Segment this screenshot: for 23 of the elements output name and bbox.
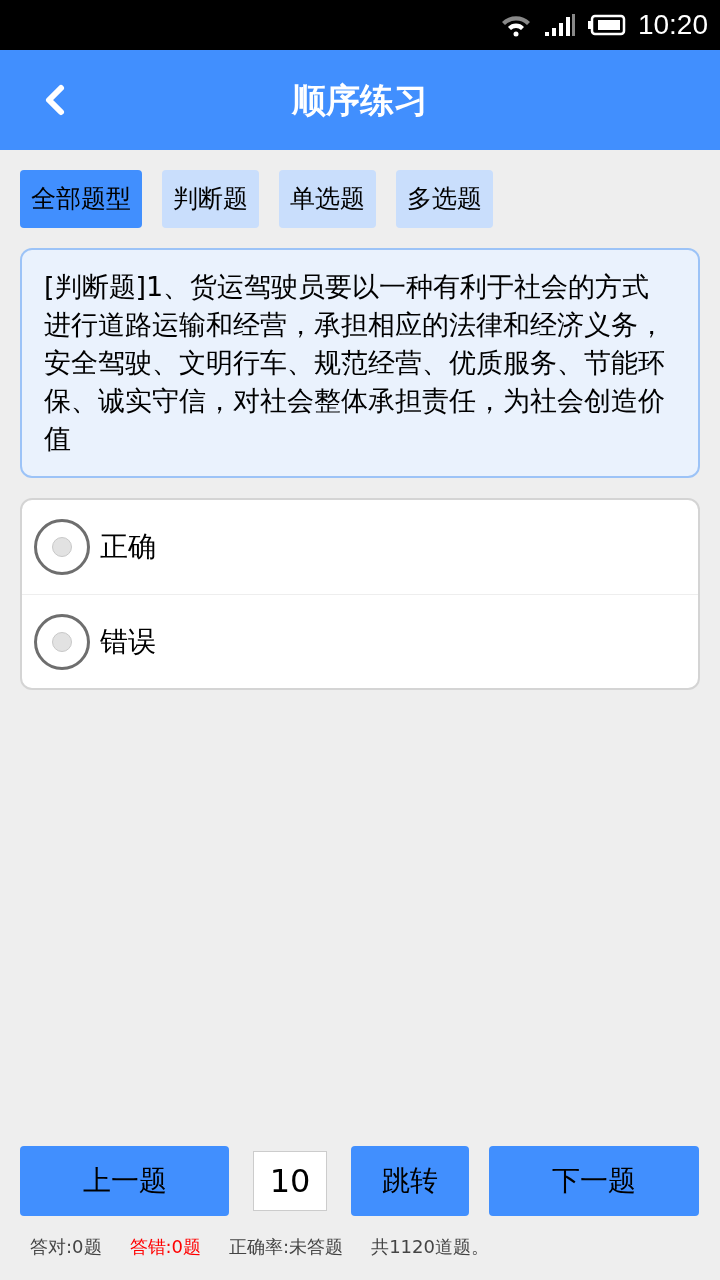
next-button[interactable]: 下一题 xyxy=(489,1146,699,1216)
option-label: 错误 xyxy=(100,623,156,660)
radio-button[interactable] xyxy=(34,519,90,575)
answer-option[interactable]: 正确 xyxy=(22,500,698,594)
battery-icon xyxy=(587,14,626,36)
radio-button[interactable] xyxy=(34,613,90,670)
status-time: 10:20 xyxy=(637,8,708,42)
page-title: 顺序练习 xyxy=(292,78,428,122)
stat-text: 答错:0题 xyxy=(129,1234,202,1259)
answer-option[interactable]: 错误 xyxy=(22,594,698,688)
page-number-field[interactable]: 10 xyxy=(253,1151,327,1211)
jump-button[interactable]: 跳转 xyxy=(351,1146,469,1216)
option-label: 正确 xyxy=(100,529,156,565)
stat-text: 正确率:未答题 xyxy=(229,1234,344,1259)
previous-button[interactable]: 上一题 xyxy=(20,1146,229,1216)
question-type-tab[interactable]: 多选题 xyxy=(396,170,493,228)
question-text: [判断题]1、货运驾驶员要以一种有利于社会的方式进行道路运输和经营，承担相应的法律和经济义务，安全驾驶、文明行车、规范经营、优质服务、节能环保、诚实守信，对社会整体承担责任，为社会创造价值 xyxy=(44,270,666,456)
question-type-tab[interactable]: 单选题 xyxy=(279,170,376,228)
stat-text: 答对:0题 xyxy=(30,1234,102,1259)
signal-icon xyxy=(543,13,576,37)
question-type-tab[interactable]: 判断题 xyxy=(162,170,259,228)
stat-text: 共1120道题。 xyxy=(371,1234,489,1259)
question-type-tab[interactable]: 全部题型 xyxy=(20,170,142,228)
